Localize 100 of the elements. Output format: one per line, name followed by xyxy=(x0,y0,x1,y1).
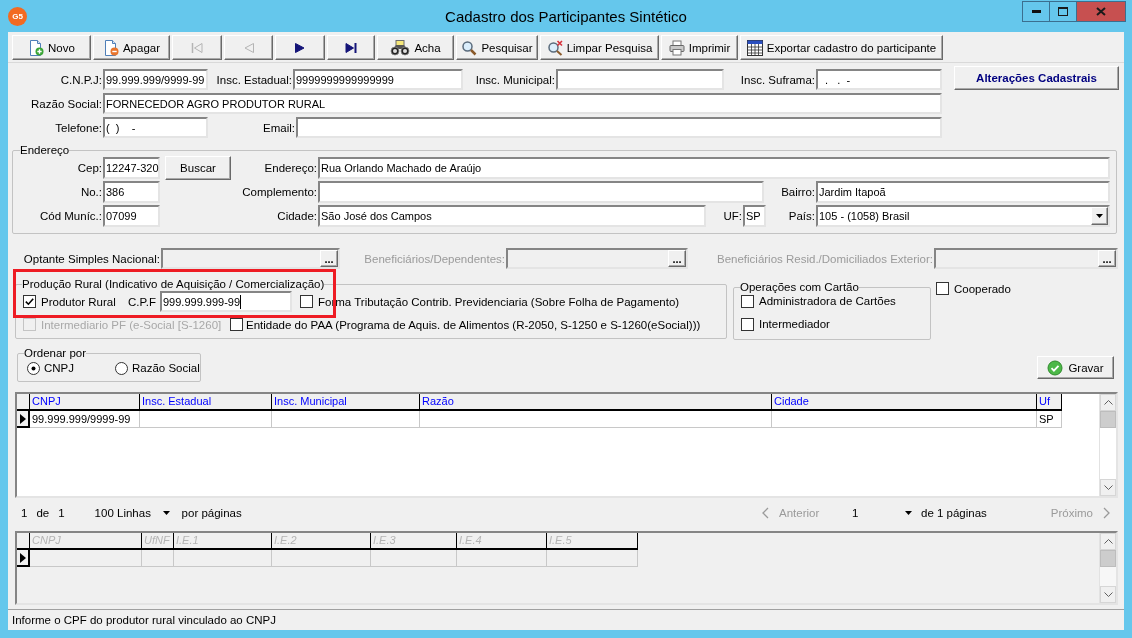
column-header[interactable]: Insc. Estadual xyxy=(140,394,272,411)
page-select[interactable]: 1 xyxy=(852,505,912,520)
checkbox-label: Intermediario PF (e-Social [S-1260] xyxy=(41,317,222,332)
minimize-icon xyxy=(1031,10,1041,13)
search-zip-button[interactable]: Buscar xyxy=(165,156,231,180)
checkbox[interactable] xyxy=(23,295,36,308)
checkbox-label: Entidade do PAA (Programa de Aquis. de Alimentos (R-2050, S-1250 e S-1260(eSocial))) xyxy=(246,317,701,332)
clear-search-button[interactable]: Limpar Pesquisa xyxy=(540,35,659,60)
triangle-left-icon xyxy=(242,41,255,54)
checkbox[interactable] xyxy=(741,294,754,308)
search-button[interactable]: Pesquisar xyxy=(456,35,538,60)
search-icon xyxy=(461,39,478,56)
caret-down-icon xyxy=(162,510,170,515)
status-text: Informe o CPF do produtor rural vinculado ao CNPJ xyxy=(12,612,276,627)
next-record-button[interactable] xyxy=(275,35,325,60)
maximize-button[interactable] xyxy=(1050,1,1077,22)
lookup-field[interactable] xyxy=(934,248,1118,269)
radio-button[interactable] xyxy=(115,361,128,375)
scrollbar-thumb[interactable] xyxy=(1100,411,1116,428)
suframa-field[interactable]: . . - xyxy=(816,69,942,90)
page-size-dropdown[interactable]: 100 Linhas xyxy=(94,505,170,520)
table-cell: SP xyxy=(1037,411,1062,428)
phone-field[interactable]: ( ) - xyxy=(103,117,208,138)
ellipsis-button[interactable]: ... xyxy=(320,250,338,267)
last-record-button[interactable] xyxy=(327,35,375,60)
number-field[interactable]: 386 xyxy=(103,181,160,203)
column-header[interactable]: Razão xyxy=(420,394,772,411)
grid-corner-cell xyxy=(17,394,30,411)
lookup-field[interactable] xyxy=(161,248,340,269)
vertical-scrollbar[interactable] xyxy=(1099,394,1116,496)
group-title: Endereço xyxy=(20,143,70,157)
checkbox[interactable] xyxy=(936,282,949,295)
street-field[interactable]: Rua Orlando Machado de Araújo xyxy=(318,157,1110,179)
email-label: Email: xyxy=(263,120,295,135)
street-label: Endereço: xyxy=(264,161,317,175)
find-button[interactable]: Acha xyxy=(377,35,454,60)
checkbox-label: Cooperado xyxy=(954,281,1011,296)
minimize-button[interactable] xyxy=(1022,1,1050,22)
save-button[interactable]: Gravar xyxy=(1037,356,1114,379)
column-header[interactable]: CNPJ xyxy=(30,394,140,411)
triangle-right-icon xyxy=(294,41,306,54)
checkbox[interactable] xyxy=(300,295,313,308)
skip-to-end-icon xyxy=(345,41,357,54)
municipality-code-label: Cód Muníc.: xyxy=(40,209,102,223)
row-selector-cell[interactable] xyxy=(17,411,30,428)
lookup-field[interactable] xyxy=(506,248,688,269)
checkbox[interactable] xyxy=(230,318,243,331)
page-count-text: de 1 páginas xyxy=(921,505,987,520)
chevron-down-icon xyxy=(1103,592,1113,597)
scroll-up-button[interactable] xyxy=(1100,394,1116,411)
checkbox[interactable] xyxy=(741,317,754,331)
chevron-up-icon xyxy=(1103,539,1113,544)
page-of-text: de xyxy=(36,505,50,520)
lookup-label: Beneficiários/Dependentes: xyxy=(364,251,505,266)
scroll-down-button[interactable] xyxy=(1100,479,1116,496)
cpf-field[interactable]: 999.999.999-99 xyxy=(160,291,292,312)
registration-changes-button[interactable]: Alterações Cadastrais xyxy=(954,66,1119,90)
country-label: País: xyxy=(788,209,815,223)
caret-down-icon xyxy=(1096,214,1103,218)
state-field[interactable]: SP xyxy=(743,205,766,227)
email-field[interactable] xyxy=(296,117,942,138)
print-button[interactable]: Imprimir xyxy=(661,35,738,60)
page-total-text: 1 xyxy=(58,505,65,520)
city-label: Cidade: xyxy=(277,209,317,223)
complement-field[interactable] xyxy=(318,181,764,203)
cnpj-field[interactable]: 99.999.999/9999-99 xyxy=(103,69,208,90)
remove-document-icon xyxy=(102,39,119,56)
city-field[interactable]: São José dos Campos xyxy=(318,205,706,227)
zip-code-field[interactable]: 12247-320 xyxy=(103,157,160,179)
district-label: Bairro: xyxy=(781,185,815,199)
lookup-label: Optante Simples Nacional: xyxy=(23,251,160,266)
municipal-registration-label: Insc. Municipal: xyxy=(475,72,555,87)
new-button[interactable]: Novo xyxy=(12,35,91,60)
state-registration-field[interactable]: 9999999999999999 xyxy=(293,69,463,90)
printer-icon xyxy=(668,39,685,56)
country-dropdown[interactable]: 105 - (1058) Brasil xyxy=(816,205,1110,227)
dropdown-button[interactable] xyxy=(1091,207,1108,225)
close-button[interactable] xyxy=(1077,1,1126,22)
chevron-left-icon xyxy=(762,506,769,519)
municipal-registration-field[interactable] xyxy=(556,69,724,90)
column-header[interactable]: Cidade xyxy=(772,394,1037,411)
radio-button[interactable] xyxy=(27,361,40,375)
search-clear-icon xyxy=(546,39,563,56)
district-field[interactable]: Jardim Itapoã xyxy=(816,181,1110,203)
chevron-down-icon xyxy=(1103,485,1113,490)
page-number-text: 1 xyxy=(21,505,28,520)
column-header[interactable]: Uf xyxy=(1037,394,1062,411)
company-name-field[interactable]: FORNECEDOR AGRO PRODUTOR RURAL xyxy=(103,93,942,114)
group-title: Produção Rural (Indicativo de Aquisição / Comercialização) xyxy=(22,277,325,291)
window-title: Cadastro dos Participantes Sintético xyxy=(445,7,687,27)
checkbox-label: Administradora de Cartões xyxy=(759,294,896,308)
page-size-suffix-text: por páginas xyxy=(181,505,242,520)
number-label: No.: xyxy=(80,185,102,199)
cnpj-label: C.N.P.J: xyxy=(60,72,102,87)
export-button[interactable]: Exportar cadastro do participante xyxy=(740,35,943,60)
municipality-code-field[interactable]: 07099 xyxy=(103,205,160,227)
column-header[interactable]: Insc. Municipal xyxy=(272,394,420,411)
binoculars-icon xyxy=(390,39,411,56)
checkbox-label: Intermediador xyxy=(759,317,830,331)
delete-button[interactable]: Apagar xyxy=(93,35,170,60)
